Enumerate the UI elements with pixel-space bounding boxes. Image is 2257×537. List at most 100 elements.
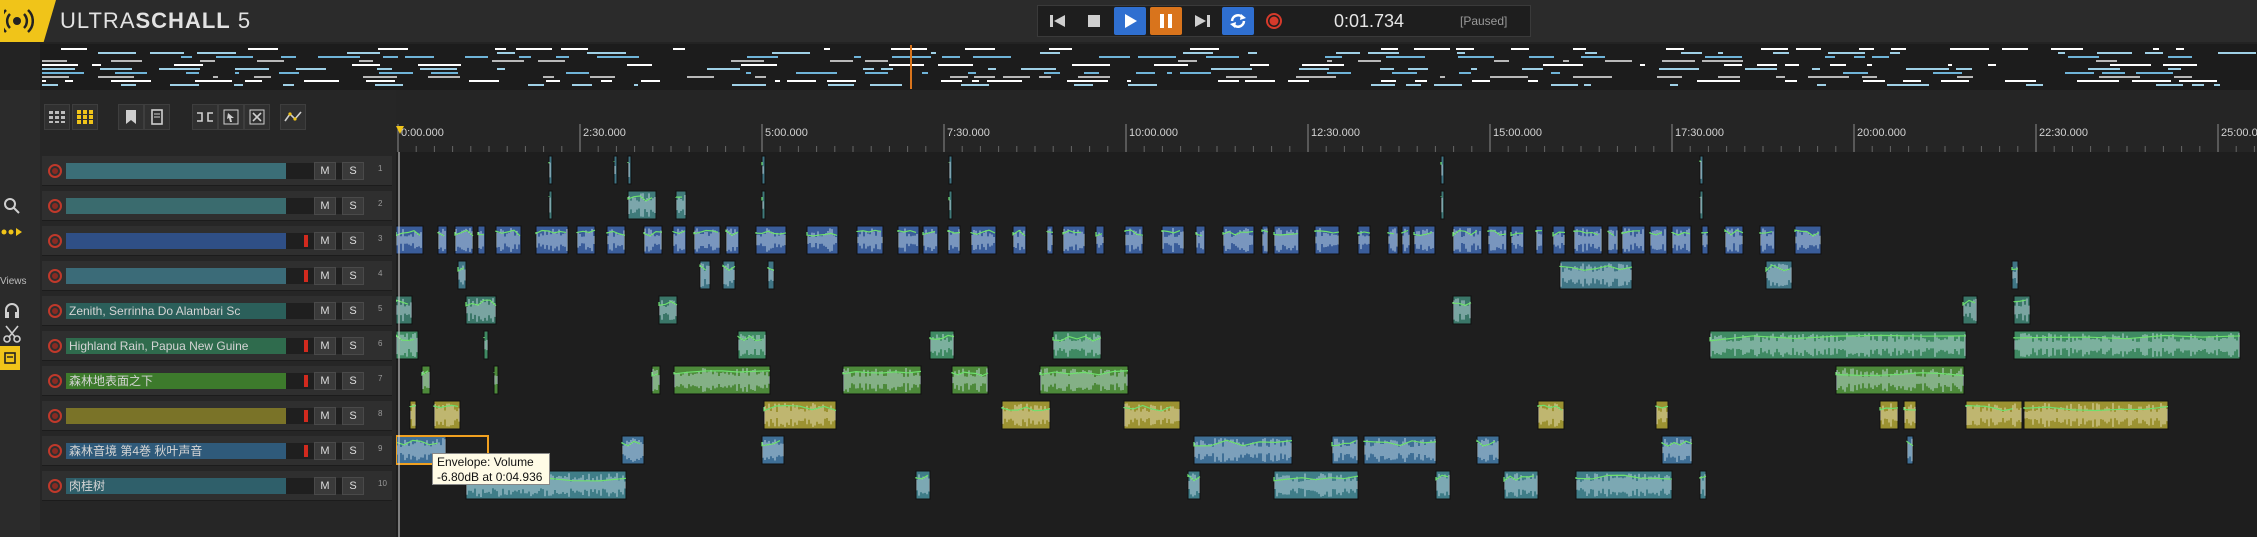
media-item[interactable] (1052, 330, 1102, 360)
media-item[interactable] (948, 190, 953, 220)
media-item[interactable] (1724, 225, 1744, 255)
media-item[interactable] (842, 365, 922, 395)
media-item[interactable] (643, 225, 663, 255)
routing-icon[interactable] (0, 220, 24, 244)
track-row[interactable]: 肉桂树 M S 10 (42, 471, 392, 501)
media-item[interactable] (737, 330, 767, 360)
media-item[interactable] (1794, 225, 1822, 255)
mute-button[interactable]: M (314, 302, 336, 320)
media-item[interactable] (1452, 225, 1483, 255)
media-item[interactable] (1879, 400, 1899, 430)
media-item[interactable] (1607, 225, 1619, 255)
media-item[interactable] (1701, 225, 1709, 255)
media-item[interactable] (948, 155, 953, 185)
media-item[interactable] (897, 225, 920, 255)
play-button[interactable] (1114, 7, 1146, 35)
arrange-view[interactable]: 0:00.000 2:30.000 5:00.000 7:30.000 10:00.00… (396, 90, 2257, 537)
media-item[interactable] (1559, 260, 1633, 290)
media-item[interactable] (761, 435, 785, 465)
media-item[interactable] (761, 155, 766, 185)
solo-button[interactable]: S (342, 267, 364, 285)
storyboard-icon[interactable] (0, 346, 20, 370)
solo-button[interactable]: S (342, 337, 364, 355)
media-item[interactable] (1363, 435, 1437, 465)
media-item[interactable] (1123, 400, 1181, 430)
solo-button[interactable]: S (342, 197, 364, 215)
media-item[interactable] (767, 260, 775, 290)
media-item[interactable] (763, 400, 837, 430)
pause-button[interactable] (1150, 7, 1182, 35)
media-item[interactable] (1273, 225, 1300, 255)
media-item[interactable] (1503, 470, 1539, 500)
track-name[interactable] (66, 163, 286, 179)
media-item[interactable] (1387, 225, 1399, 255)
media-item[interactable] (1452, 295, 1472, 325)
mute-button[interactable]: M (314, 477, 336, 495)
media-item[interactable] (915, 470, 931, 500)
media-item[interactable] (1621, 225, 1646, 255)
media-item[interactable] (1765, 260, 1793, 290)
media-item[interactable] (1401, 225, 1411, 255)
split-icon[interactable] (192, 104, 218, 130)
record-arm-icon[interactable] (48, 234, 62, 248)
track-name[interactable]: 肉桂树 (66, 478, 286, 494)
media-item[interactable] (409, 400, 417, 430)
media-item[interactable] (2011, 260, 2019, 290)
solo-button[interactable]: S (342, 232, 364, 250)
media-item[interactable] (1012, 225, 1027, 255)
solo-button[interactable]: S (342, 407, 364, 425)
media-item[interactable] (621, 435, 645, 465)
media-item[interactable] (675, 190, 687, 220)
media-item[interactable] (1903, 400, 1917, 430)
media-item[interactable] (651, 365, 661, 395)
media-item[interactable] (929, 330, 955, 360)
record-arm-icon[interactable] (48, 374, 62, 388)
media-item[interactable] (1001, 400, 1051, 430)
track-name[interactable] (66, 198, 286, 214)
media-item[interactable] (1331, 435, 1359, 465)
media-item[interactable] (627, 155, 632, 185)
solo-button[interactable]: S (342, 372, 364, 390)
media-item[interactable] (396, 295, 413, 325)
media-item[interactable] (1965, 400, 2023, 430)
media-item[interactable] (673, 365, 771, 395)
media-item[interactable] (699, 260, 711, 290)
media-item[interactable] (947, 225, 961, 255)
track-name[interactable]: 森林音境 第4巻 秋叶声音 (66, 443, 286, 459)
go-to-start-button[interactable] (1042, 7, 1074, 35)
media-item[interactable] (465, 295, 497, 325)
media-item[interactable] (396, 225, 424, 255)
media-item[interactable] (548, 190, 553, 220)
media-item[interactable] (627, 190, 657, 220)
media-item[interactable] (548, 155, 553, 185)
media-item[interactable] (1709, 330, 1967, 360)
track-name[interactable]: Highland Rain, Papua New Guine (66, 338, 286, 354)
track-name[interactable] (66, 408, 286, 424)
media-item[interactable] (1699, 470, 1707, 500)
media-item[interactable] (1537, 400, 1565, 430)
media-item[interactable] (725, 225, 740, 255)
track-row[interactable]: MS 1 (42, 156, 392, 186)
track-row[interactable]: MS 8 (42, 401, 392, 431)
media-item[interactable] (1510, 225, 1525, 255)
track-name[interactable]: 森林地表面之下 (66, 373, 286, 389)
media-item[interactable] (722, 260, 736, 290)
mute-button[interactable]: M (314, 372, 336, 390)
media-item[interactable] (922, 225, 939, 255)
media-item[interactable] (477, 225, 486, 255)
media-item[interactable] (2023, 400, 2169, 430)
media-item[interactable] (1835, 365, 1965, 395)
track-row[interactable]: 森林音境 第4巻 秋叶声音 M S 9 (42, 436, 392, 466)
mute-button[interactable]: M (314, 162, 336, 180)
media-item[interactable] (483, 330, 489, 360)
track-row[interactable]: Highland Rain, Papua New Guine M S 6 (42, 331, 392, 361)
media-item[interactable] (2013, 295, 2031, 325)
media-item[interactable] (693, 225, 721, 255)
media-item[interactable] (1357, 225, 1371, 255)
media-item[interactable] (1187, 470, 1201, 500)
media-item[interactable] (433, 400, 461, 430)
mute-button[interactable]: M (314, 407, 336, 425)
media-item[interactable] (1046, 225, 1054, 255)
media-item[interactable] (1193, 435, 1293, 465)
record-arm-icon[interactable] (48, 269, 62, 283)
